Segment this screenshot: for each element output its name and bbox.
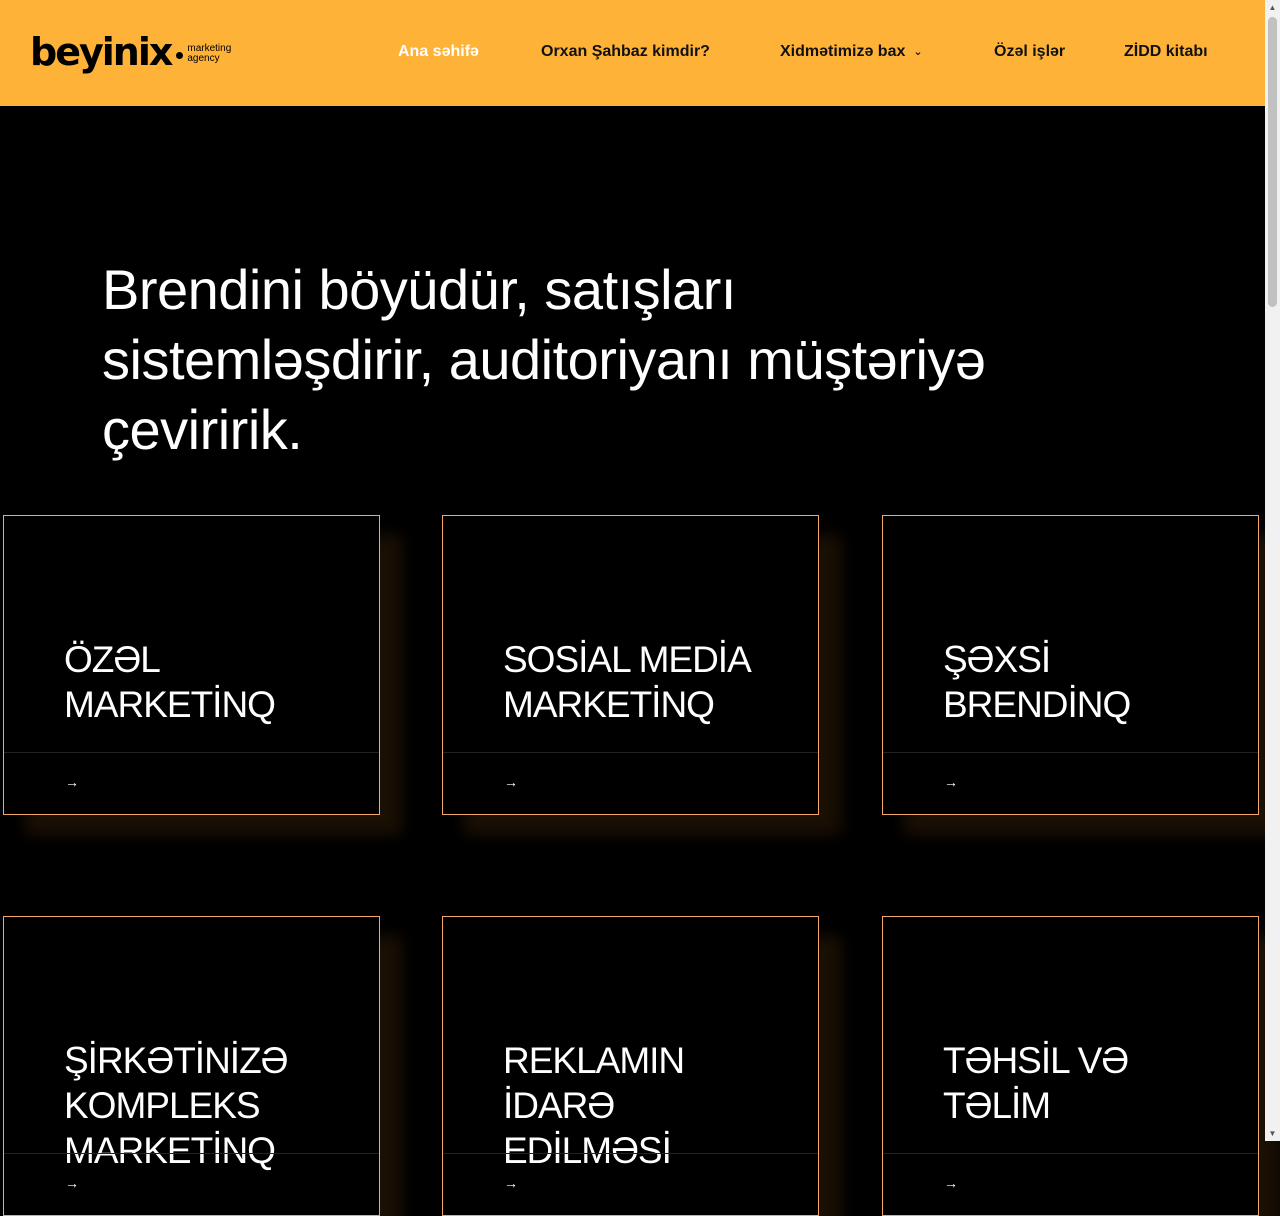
scrollbar-thumb[interactable] [1268,17,1277,307]
arrow-right-icon[interactable]: → [944,774,958,790]
main-nav: Ana səhifə Orxan Şahbaz kimdir? Xidmətim… [0,0,1265,106]
hero-line: sistemləşdirir, auditoriyanı müştəriyə [102,328,986,391]
scroll-up-arrow-icon[interactable]: ▲ [1265,0,1280,15]
card-divider [883,1153,1258,1154]
service-card-title-line: MARKETİNQ [64,684,276,725]
nav-item-services[interactable]: Xidmətimizə bax ⌄ [780,42,923,62]
service-card-ad-management[interactable]: REKLAMIN İDARƏ EDİLMƏSİ → [442,916,819,1216]
nav-item-about[interactable]: Orxan Şahbaz kimdir? [541,42,710,62]
service-card-title-line: ŞİRKƏTİNİZƏ [64,1040,289,1081]
arrow-right-icon[interactable]: → [504,1175,518,1191]
service-card-title-line: BRENDİNQ [943,684,1131,725]
arrow-right-icon[interactable]: → [944,1175,958,1191]
hero-heading: Brendini böyüdür, satışları sistemləşdir… [102,255,1152,465]
nav-item-label: Özəl işlər [994,43,1066,60]
service-card-education[interactable]: TƏHSİL VƏ TƏLİM → [882,916,1259,1216]
card-divider [4,1153,379,1154]
service-card-title-line: İDARƏ [503,1085,615,1126]
hero-line: Brendini böyüdür, satışları [102,258,736,321]
arrow-right-icon[interactable]: → [504,774,518,790]
nav-item-label: Ana səhifə [398,43,479,60]
service-card-title-line: SOSİAL MEDİA [503,639,752,680]
chevron-down-icon: ⌄ [913,46,923,58]
nav-item-label: ZİDD kitabı [1124,43,1208,60]
card-divider [443,752,818,753]
nav-item-label: Orxan Şahbaz kimdir? [541,43,710,60]
card-divider [883,752,1258,753]
service-card-special-marketing[interactable]: ÖZƏL MARKETİNQ → [3,515,380,815]
service-card-title: TƏHSİL VƏ TƏLİM [943,1038,1129,1128]
service-card-title: SOSİAL MEDİA MARKETİNQ [503,637,752,727]
service-card-title-line: KOMPLEKS [64,1085,261,1126]
service-card-personal-branding[interactable]: ŞƏXSİ BRENDİNQ → [882,515,1259,815]
service-card-title-line: EDİLMƏSİ [503,1130,672,1171]
service-card-title-line: MARKETİNQ [503,684,715,725]
page-scrollbar[interactable]: ▲ ▼ [1265,0,1280,1141]
service-card-title-line: TƏLİM [943,1085,1051,1126]
service-card-title-line: ÖZƏL [64,639,161,680]
service-card-complex-marketing[interactable]: ŞİRKƏTİNİZƏ KOMPLEKS MARKETİNQ → [3,916,380,1216]
service-card-title-line: REKLAMIN [503,1040,685,1081]
service-card-title: ÖZƏL MARKETİNQ [64,637,276,727]
hero-line: çeviririk. [102,398,303,461]
scroll-down-arrow-icon[interactable]: ▼ [1265,1126,1280,1141]
service-card-social-media[interactable]: SOSİAL MEDİA MARKETİNQ → [442,515,819,815]
nav-item-special-works[interactable]: Özəl işlər [994,42,1065,62]
nav-item-label: Xidmətimizə bax [780,43,906,60]
card-divider [4,752,379,753]
nav-item-home[interactable]: Ana səhifə [398,42,479,62]
card-divider [443,1153,818,1154]
arrow-right-icon[interactable]: → [65,1175,79,1191]
site-header: beyinix marketing agency Ana səhifə Orxa… [0,0,1265,106]
arrow-right-icon[interactable]: → [65,774,79,790]
nav-item-book[interactable]: ZİDD kitabı [1124,42,1208,62]
service-card-title-line: MARKETİNQ [64,1130,276,1171]
service-card-title-line: TƏHSİL VƏ [943,1040,1129,1081]
service-card-title: ŞƏXSİ BRENDİNQ [943,637,1131,727]
service-card-title-line: ŞƏXSİ [943,639,1051,680]
